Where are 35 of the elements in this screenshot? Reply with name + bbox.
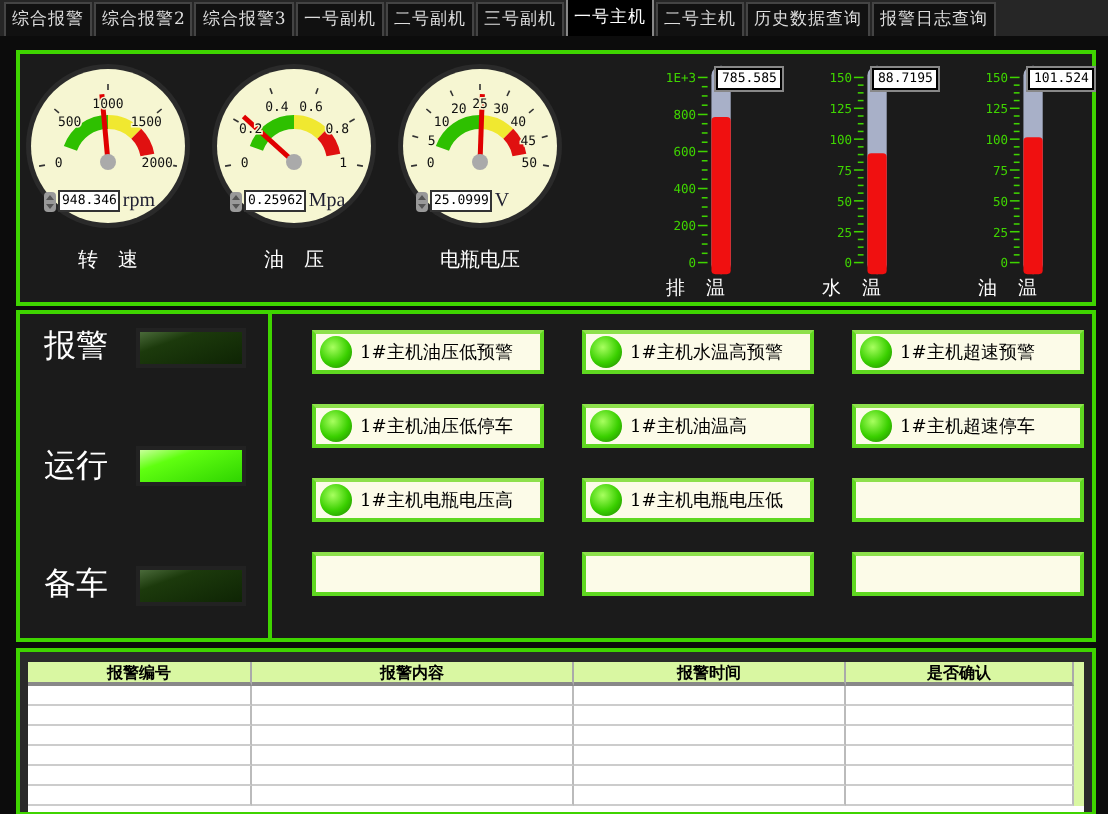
column-header[interactable]: 报警时间 (574, 662, 846, 686)
unit-label: Mpa (308, 190, 346, 212)
gauge-label: 油 压 (264, 247, 324, 274)
indicator-label: 1#主机水温高预警 (630, 341, 783, 365)
tab[interactable]: 二号副机 (385, 2, 474, 36)
indicator-label: 1#主机油压低预警 (360, 341, 513, 365)
unit-label: rpm (122, 190, 156, 212)
tab[interactable]: 综合报警3 (194, 2, 294, 36)
column-header[interactable]: 报警编号 (28, 662, 252, 686)
indicator-label: 1#主机电瓶电压高 (360, 489, 513, 513)
indicator-label: 1#主机油温高 (630, 415, 747, 439)
unit-label: V (494, 190, 510, 212)
tab[interactable]: 三号副机 (475, 2, 564, 36)
thermometer-label: 水 温 (822, 276, 882, 302)
thermometer-label: 油 温 (978, 276, 1038, 302)
tab[interactable]: 一号副机 (295, 2, 384, 36)
column-header[interactable]: 是否确认 (846, 662, 1074, 686)
status-label: 报警 (44, 328, 110, 368)
tab[interactable]: 历史数据查询 (745, 2, 870, 36)
status-label: 备车 (44, 565, 110, 606)
scrollbar[interactable] (1074, 662, 1084, 806)
indicator-label: 1#主机超速预警 (900, 341, 1035, 365)
tab[interactable]: 二号主机 (655, 2, 744, 36)
tab[interactable]: 综合报警2 (94, 2, 193, 36)
tab[interactable]: 一号主机 (565, 0, 654, 36)
indicator-label: 1#主机超速停车 (900, 415, 1035, 439)
gauge-label: 转 速 (78, 247, 138, 274)
indicator-label: 1#主机油压低停车 (360, 415, 513, 439)
tab[interactable]: 报警日志查询 (871, 2, 996, 36)
status-label: 运行 (44, 447, 110, 487)
tab[interactable]: 综合报警 (4, 2, 92, 36)
thermometer-label: 排 温 (666, 276, 726, 302)
column-header[interactable]: 报警内容 (252, 662, 574, 686)
indicator-label: 1#主机电瓶电压低 (630, 489, 783, 513)
gauge-label: 电瓶电压 (440, 247, 520, 274)
